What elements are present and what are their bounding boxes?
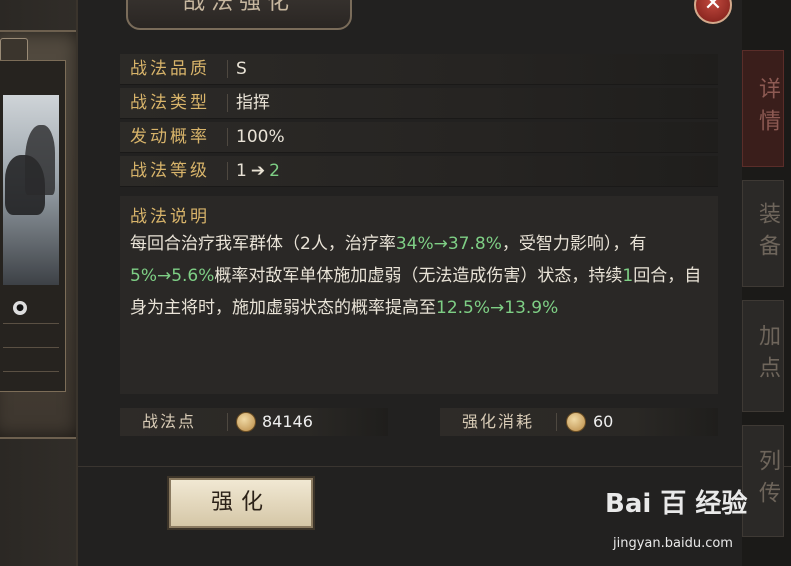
tab-attribute-points[interactable]: 加点 [742, 300, 784, 412]
probability-value: 100% [236, 127, 285, 147]
level-from: 1 [236, 161, 247, 181]
tab-details[interactable]: 详情 [742, 50, 784, 167]
info-row-type: 战法类型 指挥 [120, 88, 718, 119]
desc-highlight: 12.5%→13.9% [436, 298, 559, 318]
tactic-point-icon [236, 412, 256, 432]
level-label: 战法等级 [130, 161, 210, 181]
enhance-cost-label: 强化消耗 [462, 412, 535, 431]
desc-highlight: 5%→5.6% [130, 266, 215, 286]
close-icon: ✕ [703, 0, 723, 16]
row-separator [227, 162, 228, 180]
row-separator [227, 128, 228, 146]
hero-card-frame: ● [0, 30, 80, 439]
baidu-watermark-logo: Bai 百 经验 [605, 489, 748, 519]
hero-card[interactable]: ● [0, 60, 66, 392]
baidu-watermark-url: jingyan.baidu.com [613, 536, 733, 551]
enhance-button[interactable]: 强化 [169, 478, 313, 528]
info-row-probability: 发动概率 100% [120, 122, 718, 153]
enhance-cost-value: 60 [593, 412, 614, 431]
info-icon: ● [13, 301, 27, 315]
enhance-cost-bar: 强化消耗 60 [440, 408, 718, 436]
row-separator [556, 413, 557, 431]
desc-segment: ，受智力影响），有 [501, 234, 647, 254]
rider-figure-2 [25, 125, 55, 195]
quality-value: S [236, 59, 247, 79]
card-divider [3, 371, 59, 372]
quality-label: 战法品质 [130, 59, 210, 79]
quality-badge-icon [0, 38, 28, 62]
tactic-points-label: 战法点 [142, 412, 197, 431]
description-text: 每回合治疗我军群体（2人，治疗率34%→37.8%，受智力影响），有 5%→5.6… [130, 228, 715, 324]
desc-segment: 概率对敌军单体施加虚弱（无法造成伤害）状态，持续 [214, 266, 623, 286]
window-title: 战法强化 [126, 0, 352, 30]
tab-equipment[interactable]: 装备 [742, 180, 784, 287]
info-row-quality: 战法品质 S [120, 54, 718, 85]
info-row-level: 战法等级 1 ➔ 2 [120, 156, 718, 187]
probability-label: 发动概率 [130, 127, 210, 147]
arrow-right-icon: ➔ [250, 161, 266, 181]
type-value: 指挥 [236, 93, 270, 113]
panel-divider [78, 466, 791, 467]
desc-highlight: 34%→37.8% [395, 234, 502, 254]
card-divider [3, 347, 59, 348]
row-separator [227, 60, 228, 78]
tactic-point-icon [566, 412, 586, 432]
card-divider [3, 323, 59, 324]
level-value: 1 ➔ 2 [236, 156, 280, 186]
row-separator [227, 413, 228, 431]
tab-biography[interactable]: 列传 [742, 425, 784, 537]
type-label: 战法类型 [130, 93, 210, 113]
description-box: 战法说明 每回合治疗我军群体（2人，治疗率34%→37.8%，受智力影响），有 5… [120, 196, 718, 394]
desc-highlight: 1 [622, 266, 634, 286]
tactic-points-value: 84146 [262, 412, 313, 431]
level-to: 2 [269, 161, 280, 181]
row-separator [227, 94, 228, 112]
description-title: 战法说明 [130, 207, 210, 227]
hero-portrait [3, 95, 59, 285]
tactic-points-bar: 战法点 84146 [120, 408, 388, 436]
desc-segment: 每回合治疗我军群体（2人，治疗率 [130, 234, 396, 254]
